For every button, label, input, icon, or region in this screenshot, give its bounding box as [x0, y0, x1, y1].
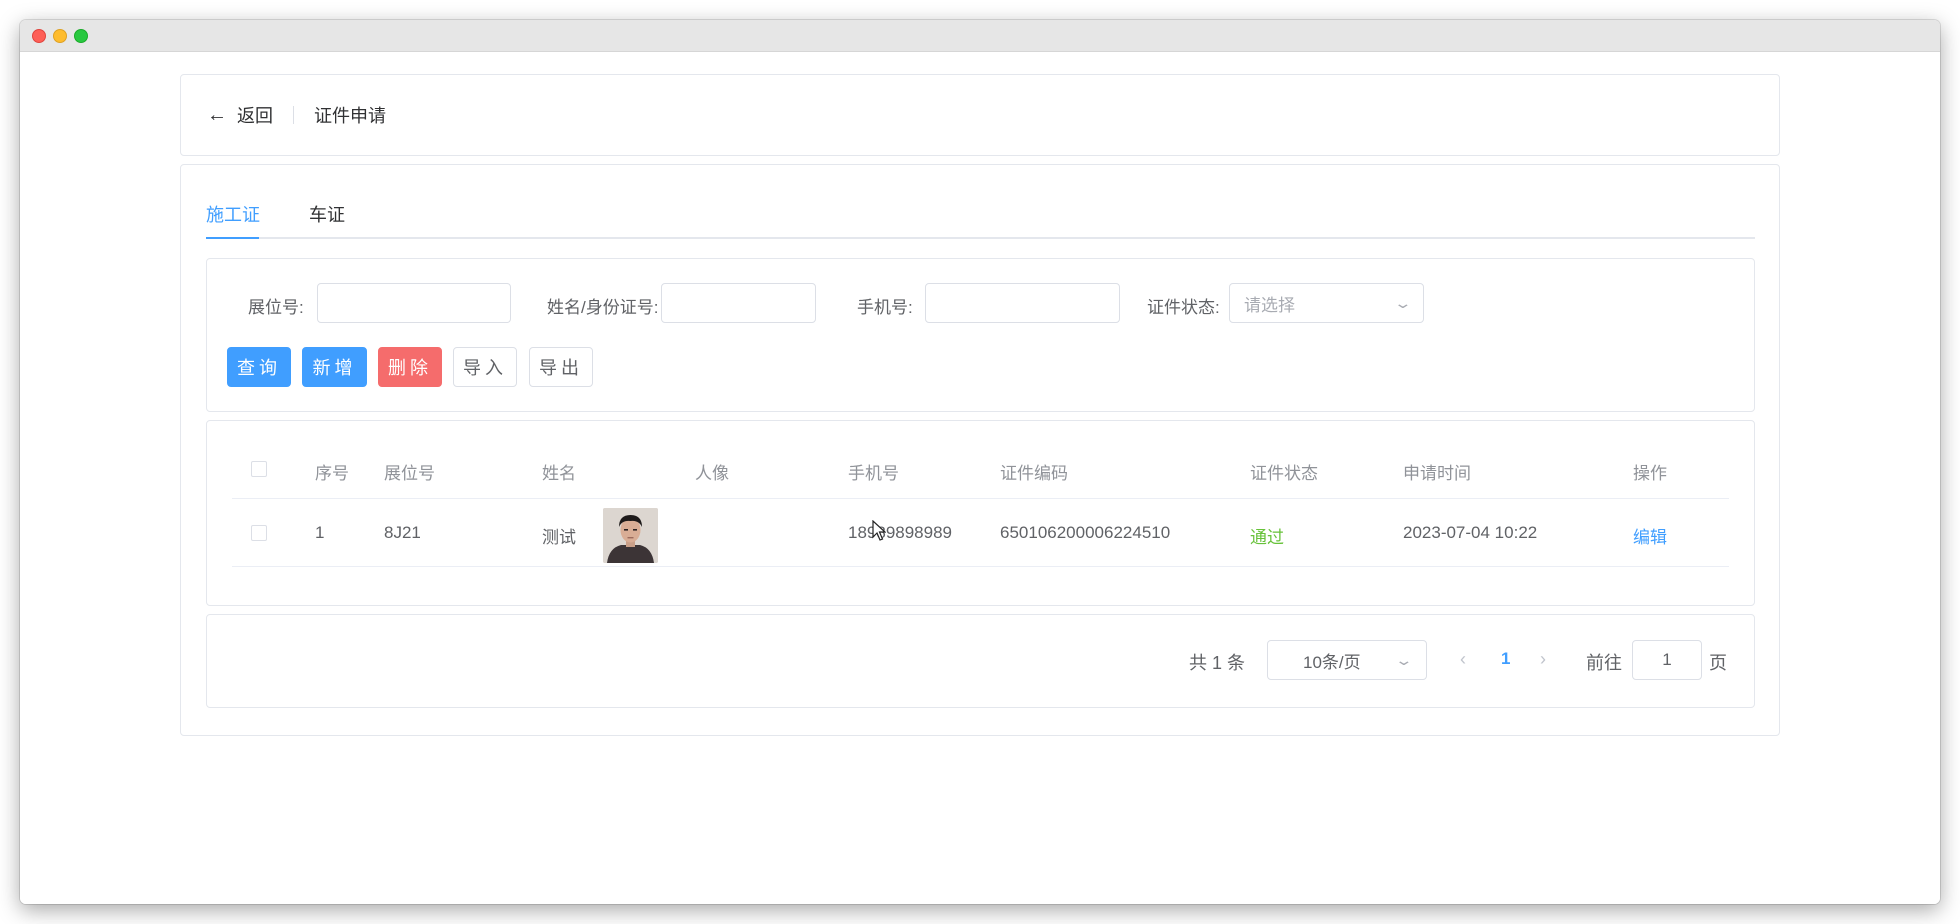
table-panel: 序号 展位号 姓名 人像 手机号 证件编码 证件状态 申请时间 操作 1 8J2… [206, 420, 1755, 606]
page-size-value: 10条/页 [1303, 652, 1361, 672]
phone-label: 手机号: [857, 298, 913, 317]
window-titlebar [20, 20, 1940, 52]
active-tab-indicator [206, 237, 259, 239]
main-card: 施工证 车证 展位号: 姓名/身份证号: 手机号: 证件状态: 请选择 ⌄ 查询… [180, 164, 1780, 736]
column-booth: 展位号 [384, 464, 435, 483]
portrait-thumbnail[interactable] [603, 508, 658, 563]
chevron-left-icon[interactable]: ‹ [1460, 649, 1466, 670]
row-checkbox[interactable] [251, 525, 267, 541]
column-apply-time: 申请时间 [1403, 464, 1471, 483]
table-row: 1 8J21 测试 18989898989 650106200006224510… [232, 499, 1729, 567]
cell-index: 1 [315, 523, 325, 542]
cell-booth: 8J21 [384, 523, 421, 542]
edit-link[interactable]: 编辑 [1633, 523, 1667, 548]
page-number-current[interactable]: 1 [1501, 649, 1510, 669]
tabs-bar: 施工证 车证 [206, 165, 1755, 239]
status-label: 证件状态: [1147, 298, 1220, 317]
cell-phone: 18989898989 [848, 523, 953, 542]
column-index: 序号 [315, 464, 349, 483]
status-select[interactable]: 请选择 ⌄ [1229, 283, 1424, 323]
chevron-down-icon: ⌄ [1394, 651, 1414, 668]
chevron-down-icon: ⌄ [1393, 294, 1413, 311]
column-pass-code: 证件编码 [1000, 464, 1068, 483]
table-header: 序号 展位号 姓名 人像 手机号 证件编码 证件状态 申请时间 操作 [232, 439, 1729, 499]
export-button[interactable]: 导出 [529, 347, 593, 387]
back-label: 返回 [237, 106, 273, 126]
tab-vehicle-pass[interactable]: 车证 [309, 201, 345, 227]
maximize-window-button[interactable] [74, 28, 88, 43]
name-id-label: 姓名/身份证号: [547, 298, 659, 317]
query-button[interactable]: 查询 [227, 347, 291, 387]
booth-input[interactable] [317, 283, 511, 323]
goto-page-input[interactable] [1632, 640, 1702, 680]
cell-pass-code: 650106200006224510 [1000, 523, 1171, 542]
portrait-image [603, 508, 658, 563]
header-divider [293, 106, 294, 124]
page-suffix-label: 页 [1709, 653, 1727, 673]
column-pass-status: 证件状态 [1250, 464, 1318, 483]
cell-name: 测试 [542, 528, 576, 547]
phone-input[interactable] [925, 283, 1120, 323]
cell-status-badge: 通过 [1250, 528, 1284, 547]
pagination-total: 共 1 条 [1189, 653, 1246, 673]
add-button[interactable]: 新增 [302, 347, 367, 387]
browser-window: ← 返回 证件申请 施工证 车证 展位号: 姓名/身份证号: 手机号: 证件状态… [20, 20, 1940, 904]
select-all-checkbox[interactable] [251, 461, 267, 477]
name-id-input[interactable] [661, 283, 816, 323]
chevron-right-icon[interactable]: › [1540, 649, 1546, 670]
page-content: ← 返回 证件申请 施工证 车证 展位号: 姓名/身份证号: 手机号: 证件状态… [20, 52, 1940, 904]
page-size-select[interactable]: 10条/页 ⌄ [1267, 640, 1427, 680]
arrow-left-icon: ← [207, 104, 227, 126]
goto-label: 前往 [1586, 653, 1622, 673]
minimize-window-button[interactable] [53, 28, 67, 43]
column-action: 操作 [1633, 464, 1667, 483]
status-select-placeholder: 请选择 [1244, 295, 1295, 315]
close-window-button[interactable] [32, 28, 46, 43]
booth-label: 展位号: [248, 298, 304, 317]
pagination-panel: 共 1 条 10条/页 ⌄ ‹ 1 › 前往 页 [206, 614, 1755, 708]
column-portrait: 人像 [695, 464, 729, 483]
back-button[interactable]: ← 返回 [207, 102, 273, 128]
mouse-cursor-icon [872, 520, 886, 541]
cell-apply-time: 2023-07-04 10:22 [1403, 523, 1538, 542]
filter-panel: 展位号: 姓名/身份证号: 手机号: 证件状态: 请选择 ⌄ 查询 新增 删除 … [206, 258, 1755, 412]
delete-button[interactable]: 删除 [378, 347, 442, 387]
column-phone: 手机号 [848, 464, 899, 483]
page-title: 证件申请 [314, 106, 386, 126]
tab-construction-pass[interactable]: 施工证 [206, 201, 260, 227]
import-button[interactable]: 导入 [453, 347, 517, 387]
page-header: ← 返回 证件申请 [180, 74, 1780, 156]
column-name: 姓名 [542, 464, 576, 483]
